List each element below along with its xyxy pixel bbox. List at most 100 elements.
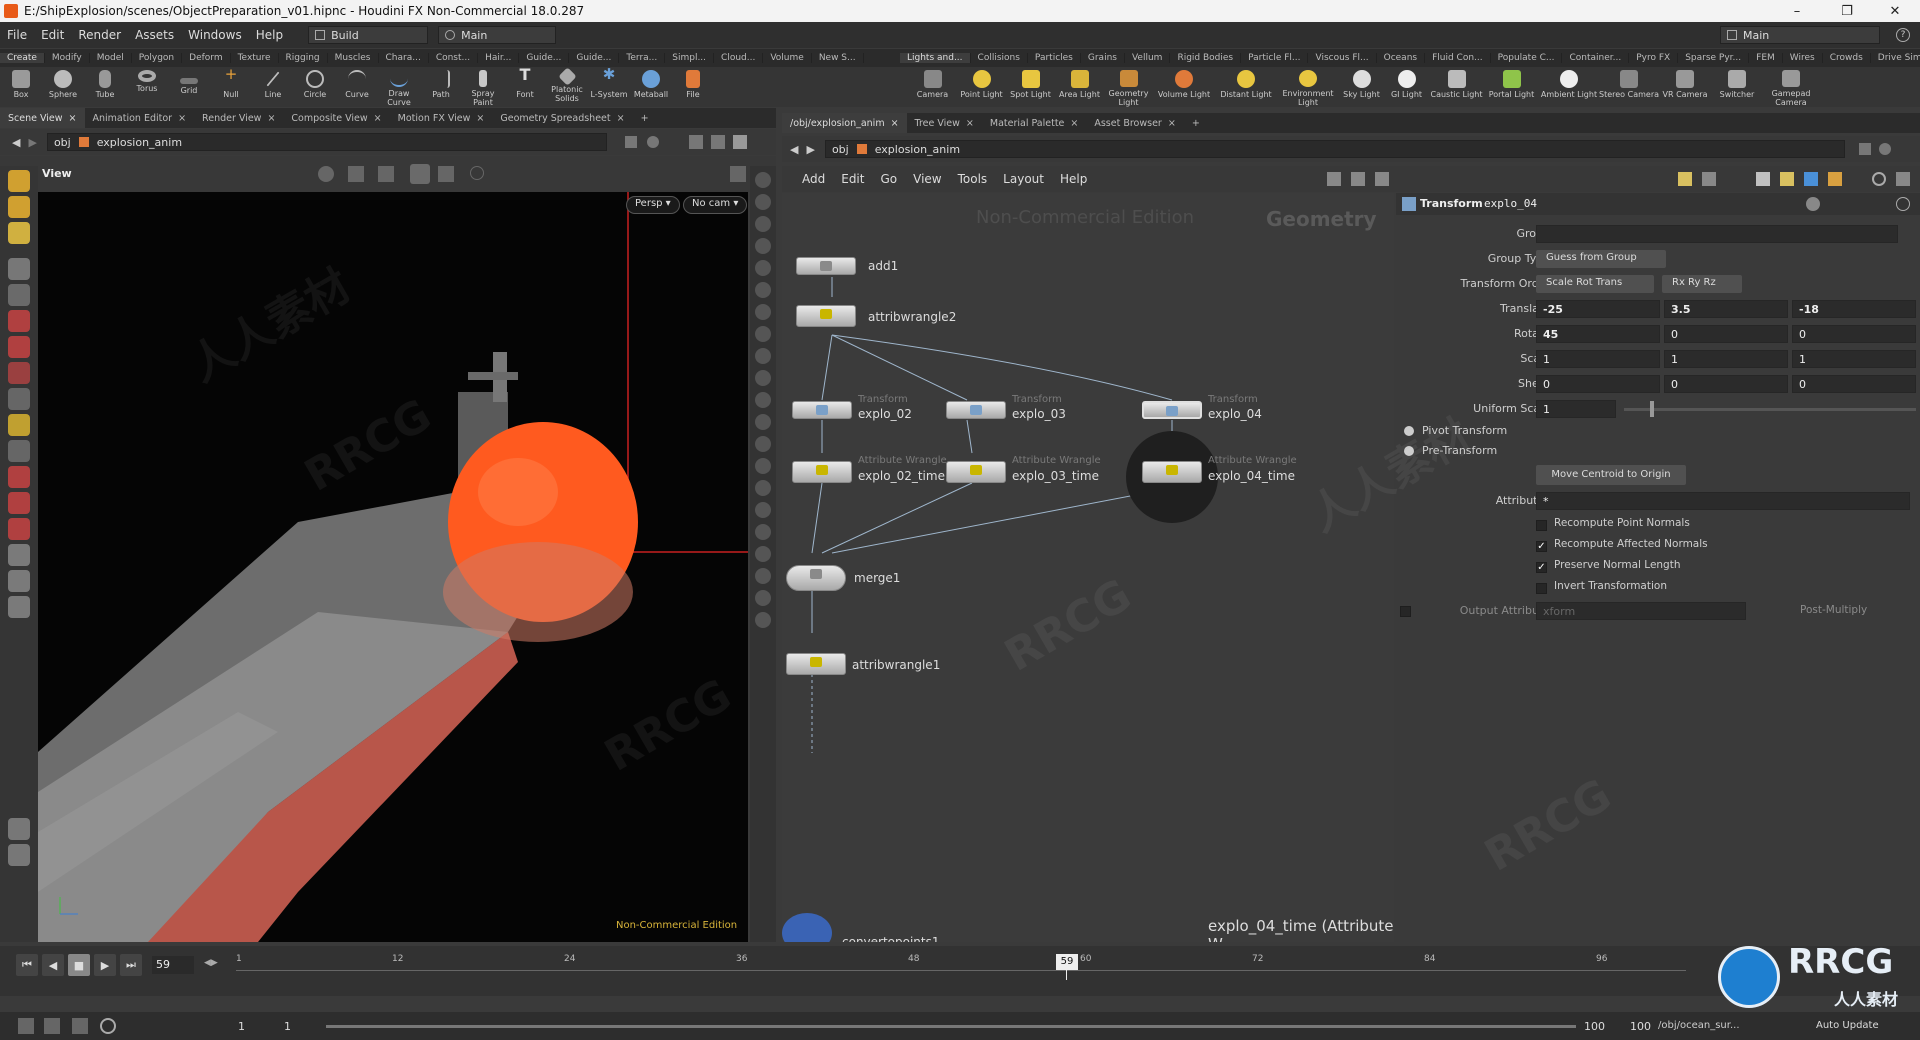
uniform-scale-slider[interactable] bbox=[1624, 408, 1916, 411]
shelf-tab[interactable]: Pyro FX bbox=[1629, 53, 1679, 63]
display-option-icon[interactable] bbox=[755, 194, 771, 210]
shelf-tab[interactable]: Guide... bbox=[569, 53, 620, 63]
left-path-field[interactable]: obj explosion_anim bbox=[46, 133, 607, 151]
stereo-camera-tool[interactable]: Stereo Camera bbox=[1599, 67, 1659, 107]
shelf-tab[interactable]: Collisions bbox=[971, 53, 1028, 63]
stop-button[interactable]: ■ bbox=[68, 954, 90, 976]
network-editor[interactable]: Non-Commercial Edition Geometry add1 att… bbox=[782, 193, 1394, 942]
shelf-tab[interactable]: Const... bbox=[429, 53, 479, 63]
close-icon[interactable]: × bbox=[267, 113, 275, 124]
jump-start-button[interactable]: ⏮ bbox=[16, 954, 38, 976]
menu-view[interactable]: View bbox=[913, 172, 941, 186]
expand-icon[interactable] bbox=[732, 135, 747, 149]
shelf-tab[interactable]: Container... bbox=[1562, 53, 1630, 63]
display-option-icon[interactable] bbox=[755, 348, 771, 364]
camera-tool[interactable]: Camera bbox=[908, 67, 957, 107]
line-tool[interactable]: Line bbox=[252, 67, 294, 107]
tab-tree-view[interactable]: Tree View × bbox=[907, 113, 982, 133]
font-tool[interactable]: T Font bbox=[504, 67, 546, 107]
display-option-icon[interactable] bbox=[755, 590, 771, 606]
preserve-normal-length-checkbox[interactable]: ✓ bbox=[1536, 562, 1547, 573]
gamepad-camera-tool[interactable]: Gamepad Camera bbox=[1763, 67, 1819, 107]
menu-add[interactable]: Add bbox=[802, 172, 825, 186]
shear-y-field[interactable]: 0 bbox=[1664, 375, 1788, 393]
box-icon[interactable] bbox=[1828, 172, 1842, 186]
display-option-icon[interactable] bbox=[755, 326, 771, 342]
play-button[interactable]: ▶ bbox=[94, 954, 116, 976]
menu-windows[interactable]: Windows bbox=[181, 28, 249, 42]
node-explo-04-time[interactable] bbox=[1142, 461, 1202, 483]
menu-help[interactable]: Help bbox=[249, 28, 290, 42]
display-option-icon[interactable] bbox=[755, 458, 771, 474]
shelf-tab[interactable]: Rigging bbox=[279, 53, 328, 63]
rotate-z-field[interactable]: 0 bbox=[1792, 325, 1916, 343]
shelf-tab[interactable]: Deform bbox=[182, 53, 231, 63]
shelf-tab[interactable]: Populate C... bbox=[1491, 53, 1563, 63]
clock-icon[interactable] bbox=[100, 1018, 116, 1034]
node-name-field[interactable]: explo_04 bbox=[1484, 197, 1537, 210]
shelf-tab[interactable]: Chara... bbox=[379, 53, 429, 63]
shelf-tab[interactable]: Texture bbox=[231, 53, 279, 63]
shelf-tab[interactable]: Volume bbox=[763, 53, 812, 63]
shelf-tab[interactable]: Cloud... bbox=[714, 53, 764, 63]
metaball-tool[interactable]: Metaball bbox=[630, 67, 672, 107]
close-icon[interactable]: × bbox=[966, 118, 974, 129]
add-tab-button[interactable]: + bbox=[633, 108, 657, 128]
wrench-icon[interactable] bbox=[1327, 172, 1342, 186]
tab-geometry-spreadsheet[interactable]: Geometry Spreadsheet × bbox=[492, 108, 632, 128]
link-icon[interactable] bbox=[1878, 143, 1891, 155]
menu-file[interactable]: File bbox=[0, 28, 34, 42]
scale-y-field[interactable]: 1 bbox=[1664, 350, 1788, 368]
magnet-tool-2[interactable] bbox=[8, 492, 30, 514]
search-icon[interactable] bbox=[1872, 172, 1886, 186]
list-icon[interactable] bbox=[1375, 172, 1390, 186]
snap-icon[interactable] bbox=[410, 164, 430, 184]
display-option-icon[interactable] bbox=[755, 436, 771, 452]
ambient-light-tool[interactable]: Ambient Light bbox=[1539, 67, 1599, 107]
shelf-tab[interactable]: New S... bbox=[812, 53, 864, 63]
node-attribwrangle1[interactable] bbox=[786, 653, 846, 675]
shelf-tab[interactable]: Create bbox=[0, 53, 45, 63]
box-tool[interactable]: Box bbox=[0, 67, 42, 107]
view-tool[interactable] bbox=[8, 440, 30, 462]
display-option-icon[interactable] bbox=[755, 370, 771, 386]
tab-scene-view[interactable]: Scene View × bbox=[0, 108, 85, 128]
display-option-icon[interactable] bbox=[755, 282, 771, 298]
group-field[interactable] bbox=[1536, 225, 1898, 243]
display-option-icon[interactable] bbox=[755, 392, 771, 408]
close-icon[interactable]: × bbox=[891, 118, 899, 129]
shelf-tab[interactable]: Crowds bbox=[1823, 53, 1871, 63]
shelf-tab[interactable]: Particle Fl... bbox=[1241, 53, 1309, 63]
table-icon[interactable] bbox=[1702, 172, 1716, 186]
audio-icon[interactable] bbox=[44, 1018, 60, 1034]
draw-curve-tool[interactable]: Draw Curve bbox=[378, 67, 420, 107]
pointer-tool[interactable] bbox=[8, 258, 30, 280]
post-multiply-menu[interactable]: Post-Multiply bbox=[1800, 604, 1867, 616]
desktop-select[interactable]: Build bbox=[308, 26, 429, 44]
add-tab-button[interactable]: + bbox=[1184, 113, 1208, 133]
info-icon[interactable] bbox=[470, 166, 484, 180]
display-option-icon[interactable] bbox=[755, 238, 771, 254]
shelf-tab[interactable]: Muscles bbox=[328, 53, 379, 63]
volume-light-tool[interactable]: Volume Light bbox=[1153, 67, 1215, 107]
display-option-icon[interactable] bbox=[755, 480, 771, 496]
camera-menu[interactable]: No cam ▾ bbox=[683, 196, 748, 214]
path-tool[interactable]: Path bbox=[420, 67, 462, 107]
display-option-icon[interactable] bbox=[755, 502, 771, 518]
display-option-icon[interactable] bbox=[755, 546, 771, 562]
close-button[interactable]: ✕ bbox=[1872, 0, 1918, 22]
caustic-light-tool[interactable]: Caustic Light bbox=[1429, 67, 1484, 107]
link-icon[interactable] bbox=[646, 136, 659, 148]
menu-edit[interactable]: Edit bbox=[34, 28, 71, 42]
back-icon[interactable]: ◀ bbox=[790, 143, 798, 156]
shelf-tab[interactable]: Grains bbox=[1081, 53, 1125, 63]
display-option-icon[interactable] bbox=[755, 260, 771, 276]
menu-go[interactable]: Go bbox=[880, 172, 897, 186]
display-option-icon[interactable] bbox=[755, 568, 771, 584]
shelf-tab[interactable]: Terra... bbox=[619, 53, 666, 63]
uniform-scale-field[interactable]: 1 bbox=[1536, 400, 1616, 418]
frame-step-icon[interactable]: ◀▶ bbox=[204, 958, 218, 968]
shelf-tab[interactable]: Polygon bbox=[132, 53, 183, 63]
tab-animation-editor[interactable]: Animation Editor × bbox=[85, 108, 195, 128]
pin-icon[interactable] bbox=[624, 136, 637, 148]
